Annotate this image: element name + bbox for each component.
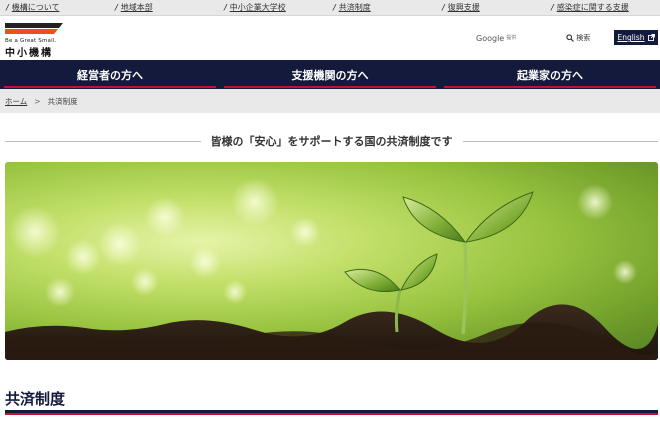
logo-name: 中小機構 [5,48,53,59]
slash-divider: / [6,3,9,12]
topbar-link-infection-support[interactable]: / 感染症に関する支援 [551,2,629,13]
page-title: 共済制度 [5,390,66,408]
topbar-link-mutual-aid[interactable]: / 共済制度 [333,2,371,13]
underline-red [5,413,658,415]
search-input[interactable] [506,32,559,44]
topbar-link-regional[interactable]: / 地域本部 [115,2,153,13]
slash-divider: / [442,3,445,12]
nav-item-support-organizations[interactable]: 支援機関の方へ [220,60,440,89]
topbar-link-recovery[interactable]: / 復興支援 [442,2,480,13]
lead-heading: 皆様の「安心」をサポートする国の共済制度です [5,131,658,151]
search-brand: Google [476,33,505,43]
lead-rule-left [5,140,201,142]
page-title-underline [5,410,658,415]
breadcrumb-current: 共済制度 [47,96,78,106]
external-link-icon [647,34,655,41]
nav-item-managers[interactable]: 経営者の方へ [0,60,220,89]
slash-divider: / [115,3,118,12]
slash-divider: / [333,3,336,12]
site-search: Google 検索 [476,30,600,46]
logo-bars-icon [5,23,63,34]
lead-rule-right [462,140,658,142]
english-button[interactable]: English [614,30,658,45]
main-nav: 経営者の方へ 支援機関の方へ 起業家の方へ [0,60,660,89]
slash-divider: / [551,3,554,12]
topbar-link-about[interactable]: / 機構について [6,2,59,13]
breadcrumb-home[interactable]: ホーム [5,96,27,107]
search-button-label: 検索 [576,34,591,42]
slash-divider: / [224,3,227,12]
hero-image [5,162,658,360]
breadcrumb-separator: > [34,96,41,106]
utility-bar: / 機構について / 地域本部 / 中小企業大学校 / 共済制度 / 復興支援 / 感染症に… [0,0,660,16]
site-logo[interactable]: Be a Great Small. 中小機構 [5,23,65,59]
english-label: English [617,33,645,42]
topbar-link-institute[interactable]: / 中小企業大学校 [224,2,286,13]
search-icon [566,34,575,42]
site-header: Be a Great Small. 中小機構 Google 検索 English [0,17,660,60]
seedling-illustration [5,178,658,360]
nav-item-entrepreneurs[interactable]: 起業家の方へ [440,60,660,89]
lead-text: 皆様の「安心」をサポートする国の共済制度です [210,135,453,148]
breadcrumb: ホーム > 共済制度 [0,89,660,113]
search-button[interactable]: 検索 [566,33,590,43]
